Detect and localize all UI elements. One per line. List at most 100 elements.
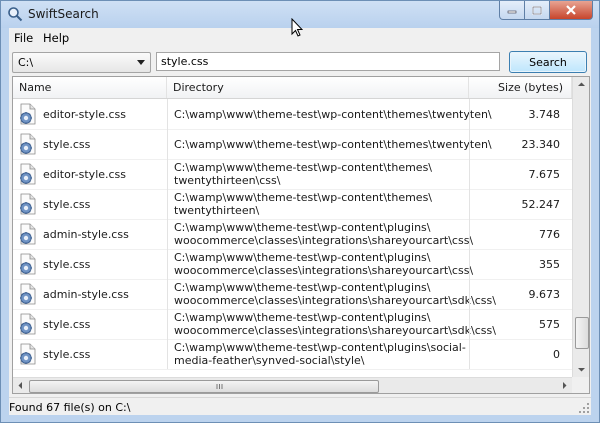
file-size: 0 bbox=[553, 348, 560, 361]
scroll-corner bbox=[572, 377, 589, 393]
file-name: editor-style.css bbox=[43, 168, 127, 181]
table-row[interactable]: style.css C:\wamp\www\theme-test\wp-conte… bbox=[13, 249, 572, 280]
file-name: style.css bbox=[43, 318, 91, 331]
directory-line-1: C:\wamp\www\theme-test\wp-content\themes… bbox=[174, 191, 433, 204]
cell-name: admin-style.css bbox=[13, 279, 167, 309]
cell-name: style.css bbox=[13, 309, 167, 339]
column-header-size[interactable]: Size (bytes) bbox=[469, 77, 572, 98]
cell-name: style.css bbox=[13, 339, 167, 369]
close-button[interactable] bbox=[550, 1, 593, 20]
css-file-icon bbox=[20, 133, 36, 155]
horizontal-scrollbar[interactable] bbox=[13, 377, 572, 393]
cell-name: editor-style.css bbox=[13, 99, 167, 129]
window-title: SwiftSearch bbox=[28, 7, 99, 21]
maximize-icon bbox=[532, 5, 542, 15]
minimize-icon bbox=[507, 10, 517, 14]
column-header-row: Name Directory Size (bytes) bbox=[13, 77, 572, 99]
directory-line-2: twentythirteen\css\ bbox=[174, 174, 281, 187]
app-window: SwiftSearch File Help C:\ Search Name bbox=[0, 0, 600, 423]
resize-grip-icon[interactable] bbox=[578, 402, 590, 414]
horizontal-scroll-thumb[interactable] bbox=[29, 380, 379, 393]
table-row[interactable]: admin-style.css C:\wamp\www\theme-test\wp… bbox=[13, 219, 572, 250]
search-button[interactable]: Search bbox=[509, 51, 587, 73]
cell-directory: C:\wamp\www\theme-test\wp-content\plugin… bbox=[167, 249, 473, 279]
table-row[interactable]: style.css C:\wamp\www\theme-test\wp-conte… bbox=[13, 129, 572, 160]
cell-size: 3.748 bbox=[469, 99, 572, 129]
menu-help[interactable]: Help bbox=[43, 31, 69, 45]
file-name: admin-style.css bbox=[43, 288, 129, 301]
file-size: 3.748 bbox=[528, 108, 561, 121]
directory-line-1: C:\wamp\www\theme-test\wp-content\plugin… bbox=[174, 251, 431, 264]
cell-size: 52.247 bbox=[469, 189, 572, 219]
vertical-scroll-thumb[interactable] bbox=[575, 317, 589, 349]
cell-size: 9.673 bbox=[469, 279, 572, 309]
maximize-button[interactable] bbox=[525, 1, 550, 20]
cell-directory: C:\wamp\www\theme-test\wp-content\themes… bbox=[167, 129, 492, 159]
table-row[interactable]: style.css C:\wamp\www\theme-test\wp-conte… bbox=[13, 339, 572, 370]
cell-size: 0 bbox=[469, 339, 572, 369]
cell-directory: C:\wamp\www\theme-test\wp-content\themes… bbox=[167, 99, 492, 129]
scroll-down-icon[interactable] bbox=[573, 362, 590, 377]
scroll-right-icon[interactable] bbox=[557, 378, 572, 393]
cell-size: 23.340 bbox=[469, 129, 572, 159]
cell-directory: C:\wamp\www\theme-test\wp-content\themes… bbox=[167, 189, 469, 219]
minimize-button[interactable] bbox=[499, 1, 525, 20]
table-row[interactable]: style.css C:\wamp\www\theme-test\wp-conte… bbox=[13, 309, 572, 340]
status-text: Found 67 file(s) on C:\ bbox=[9, 401, 131, 414]
cell-name: editor-style.css bbox=[13, 159, 167, 189]
scroll-left-icon[interactable] bbox=[13, 378, 28, 393]
css-file-icon bbox=[20, 313, 36, 335]
table-row[interactable]: style.css C:\wamp\www\theme-test\wp-conte… bbox=[13, 189, 572, 220]
close-icon bbox=[566, 5, 576, 15]
table-row[interactable]: admin-style.css C:\wamp\www\theme-test\wp… bbox=[13, 279, 572, 310]
directory-line-2: woocommerce\classes\integrations\shareyo… bbox=[174, 294, 496, 307]
file-size: 575 bbox=[539, 318, 560, 331]
menu-file[interactable]: File bbox=[14, 31, 33, 45]
main-area: C:\ Search Name Directory Size (bytes) e… bbox=[9, 48, 591, 415]
cell-name: style.css bbox=[13, 129, 167, 159]
file-size: 23.340 bbox=[521, 138, 561, 151]
column-header-directory[interactable]: Directory bbox=[167, 77, 469, 98]
cell-name: admin-style.css bbox=[13, 219, 167, 249]
cell-directory: C:\wamp\www\theme-test\wp-content\plugin… bbox=[167, 339, 469, 369]
chevron-down-icon bbox=[137, 60, 145, 65]
cell-size: 575 bbox=[469, 309, 572, 339]
results-list[interactable]: Name Directory Size (bytes) editor-style… bbox=[12, 76, 590, 394]
directory-line-1: C:\wamp\www\theme-test\wp-content\plugin… bbox=[174, 341, 466, 354]
cell-directory: C:\wamp\www\theme-test\wp-content\plugin… bbox=[167, 279, 496, 309]
cell-name: style.css bbox=[13, 249, 167, 279]
cell-directory: C:\wamp\www\theme-test\wp-content\plugin… bbox=[167, 309, 496, 339]
directory-line-1: C:\wamp\www\theme-test\wp-content\plugin… bbox=[174, 221, 431, 234]
search-app-icon bbox=[8, 7, 23, 22]
drive-select[interactable]: C:\ bbox=[12, 52, 151, 73]
directory-line-1: C:\wamp\www\theme-test\wp-content\plugin… bbox=[174, 281, 431, 294]
file-name: style.css bbox=[43, 138, 91, 151]
directory-line-2: woocommerce\classes\integrations\shareyo… bbox=[174, 324, 496, 337]
cell-directory: C:\wamp\www\theme-test\wp-content\plugin… bbox=[167, 219, 473, 249]
file-name: editor-style.css bbox=[43, 108, 127, 121]
file-size: 7.675 bbox=[528, 168, 561, 181]
directory-line-2: woocommerce\classes\integrations\shareyo… bbox=[174, 234, 474, 247]
cell-name: style.css bbox=[13, 189, 167, 219]
directory-line-1: C:\wamp\www\theme-test\wp-content\themes… bbox=[174, 161, 433, 174]
directory-line-2: woocommerce\classes\integrations\shareyo… bbox=[174, 264, 474, 277]
scroll-up-icon[interactable] bbox=[573, 77, 590, 92]
css-file-icon bbox=[20, 223, 36, 245]
directory-path: C:\wamp\www\theme-test\wp-content\themes… bbox=[174, 138, 492, 151]
file-name: style.css bbox=[43, 198, 91, 211]
css-file-icon bbox=[20, 163, 36, 185]
column-header-name[interactable]: Name bbox=[13, 77, 167, 98]
css-file-icon bbox=[20, 343, 36, 365]
vertical-scrollbar[interactable] bbox=[572, 77, 590, 377]
directory-line-1: C:\wamp\www\theme-test\wp-content\plugin… bbox=[174, 311, 431, 324]
search-input[interactable] bbox=[156, 52, 500, 71]
file-name: admin-style.css bbox=[43, 228, 129, 241]
cell-directory: C:\wamp\www\theme-test\wp-content\themes… bbox=[167, 159, 469, 189]
directory-line-2: twentythirteen\ bbox=[174, 204, 260, 217]
table-row[interactable]: editor-style.css C:\wamp\www\theme-test\w… bbox=[13, 159, 572, 190]
css-file-icon bbox=[20, 103, 36, 125]
table-row[interactable]: editor-style.css C:\wamp\www\theme-test\w… bbox=[13, 99, 572, 130]
status-bar: Found 67 file(s) on C:\ bbox=[9, 397, 591, 415]
file-size: 52.247 bbox=[521, 198, 561, 211]
file-size: 9.673 bbox=[528, 288, 561, 301]
